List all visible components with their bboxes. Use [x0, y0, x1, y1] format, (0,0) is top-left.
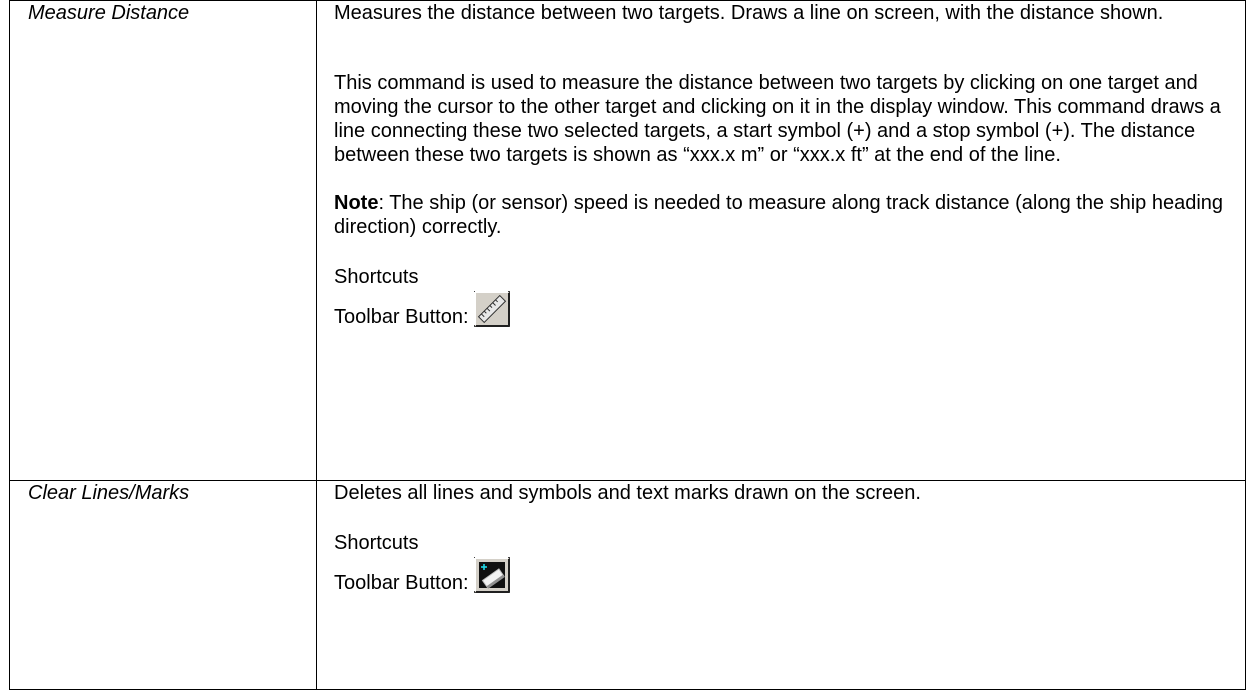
command-description-cell: Deletes all lines and symbols and text m…: [316, 480, 1246, 690]
command-note: Note: The ship (or sensor) speed is need…: [334, 191, 1231, 239]
table-row: Measure Distance Measures the distance b…: [9, 0, 1246, 481]
command-name-cell: Clear Lines/Marks: [9, 480, 317, 690]
table-row: Clear Lines/Marks Deletes all lines and …: [9, 480, 1246, 690]
toolbar-button-label: Toolbar Button:: [334, 572, 469, 594]
command-details: This command is used to measure the dist…: [334, 72, 1221, 166]
command-description-cell: Measures the distance between two target…: [316, 0, 1246, 481]
note-text: : The ship (or sensor) speed is needed t…: [334, 192, 1224, 238]
command-summary: Measures the distance between two target…: [334, 2, 1164, 24]
toolbar-button-label: Toolbar Button:: [334, 306, 469, 328]
command-name-cell: Measure Distance: [9, 0, 317, 481]
ruler-icon: [473, 291, 510, 327]
command-name: Clear Lines/Marks: [28, 482, 190, 504]
note-label: Note: [334, 192, 379, 214]
shortcuts-label: Shortcuts: [334, 266, 419, 288]
shortcuts-label: Shortcuts: [334, 532, 419, 554]
command-name: Measure Distance: [28, 2, 190, 24]
eraser-icon: [473, 557, 510, 593]
commands-table: Measure Distance Measures the distance b…: [9, 0, 1246, 690]
command-summary: Deletes all lines and symbols and text m…: [334, 482, 921, 504]
